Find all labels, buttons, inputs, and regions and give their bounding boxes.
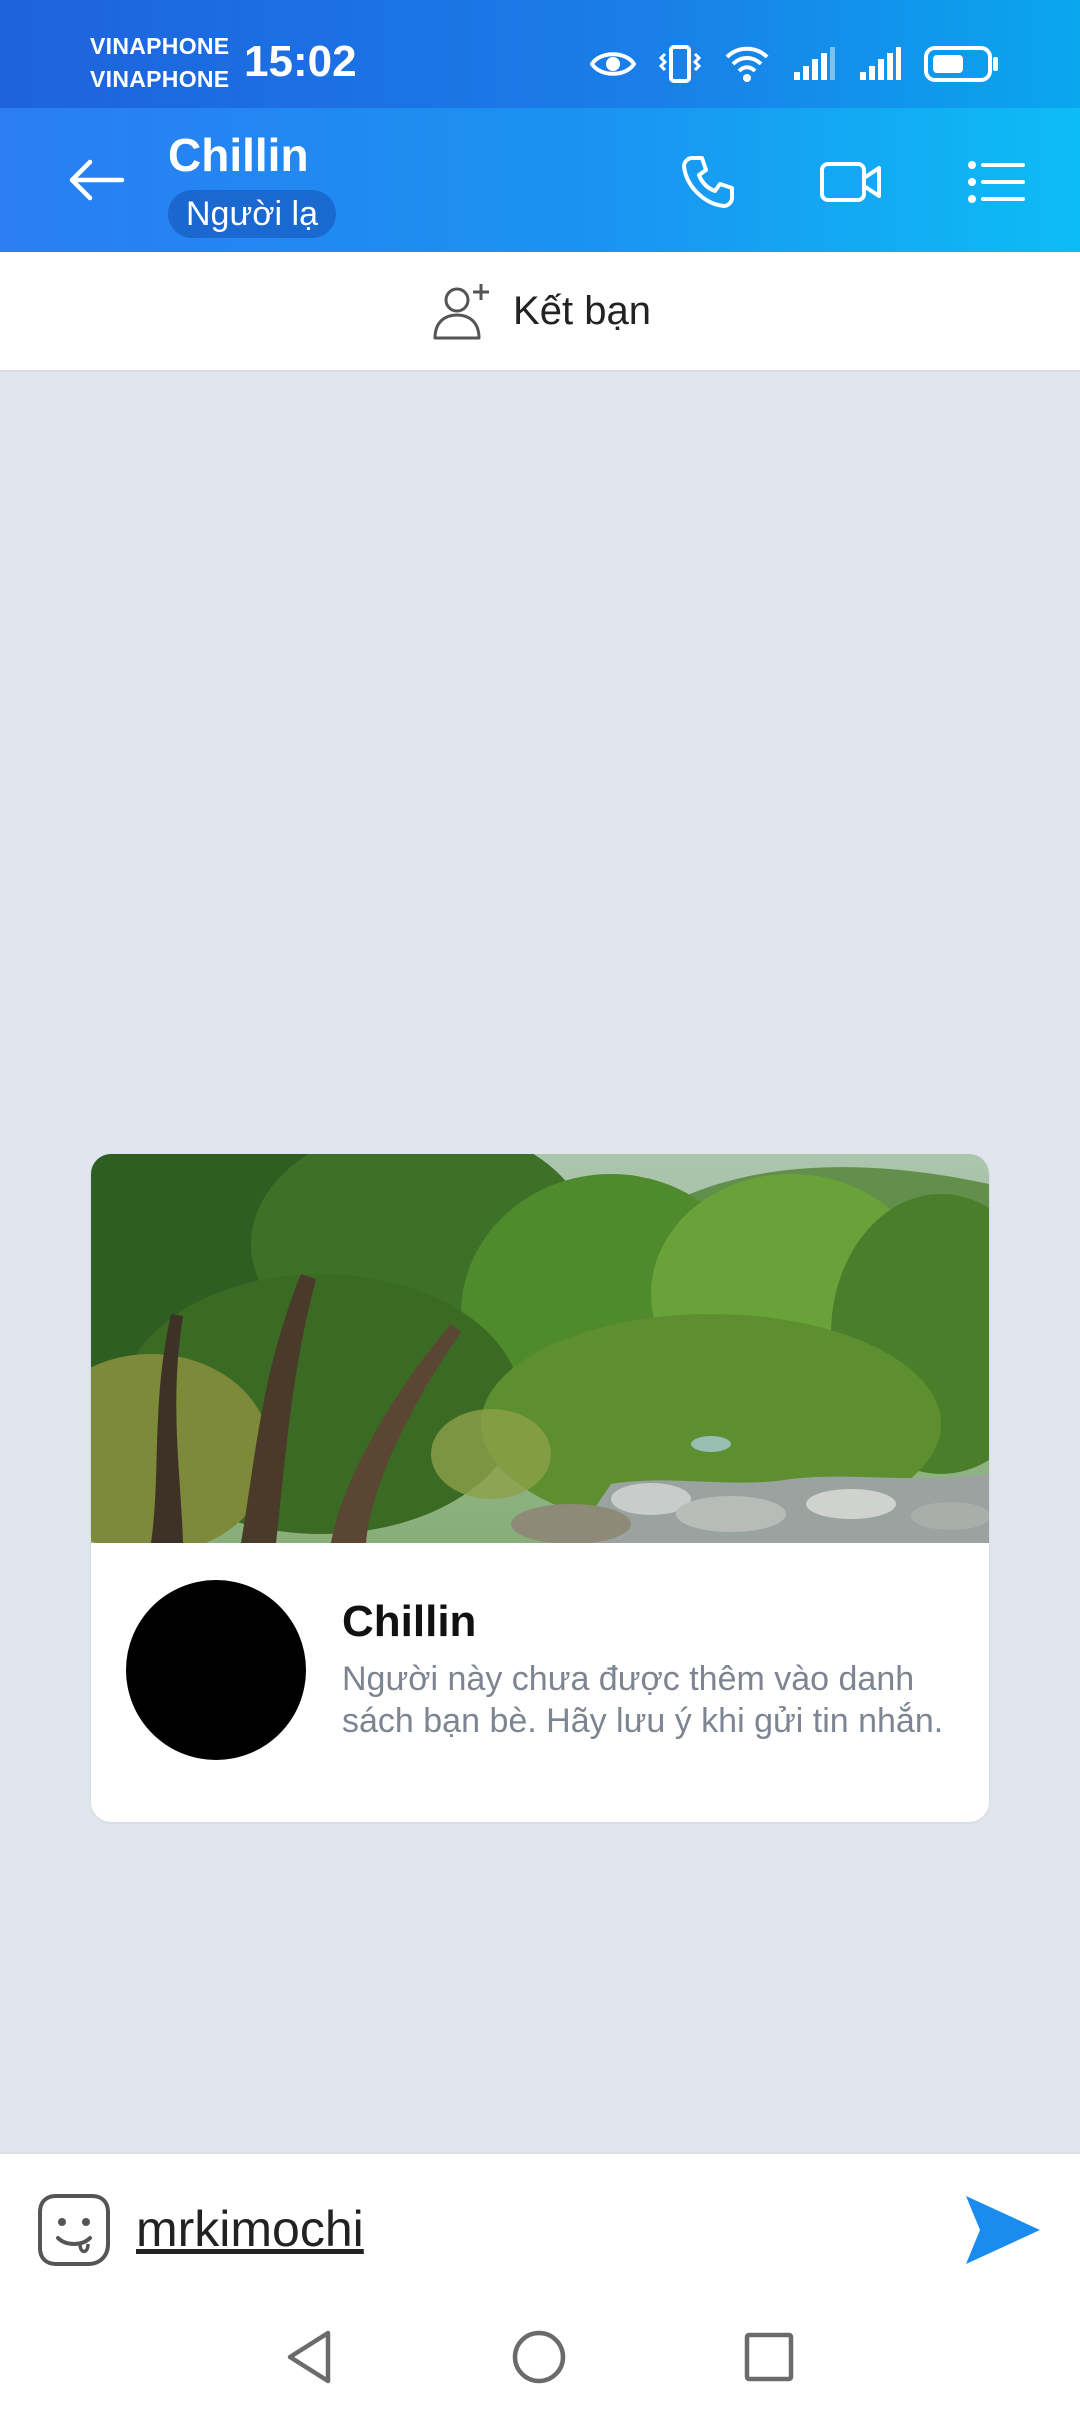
system-nav-bar: [0, 2302, 1080, 2412]
stranger-badge: Người lạ: [168, 190, 336, 238]
stranger-warning-text: Người này chưa được thêm vào danh sách b…: [342, 1660, 944, 1740]
profile-card[interactable]: Chillin Người này chưa được thêm vào dan…: [91, 1154, 989, 1822]
avatar[interactable]: [126, 1580, 306, 1760]
contact-name[interactable]: Chillin: [168, 128, 309, 182]
voice-call-button[interactable]: [672, 150, 744, 214]
chat-header: Chillin Người lạ: [0, 108, 1080, 252]
options-menu-button[interactable]: [960, 150, 1032, 214]
eye-icon: [590, 48, 636, 80]
video-camera-icon: [820, 162, 881, 202]
nav-back-icon: [287, 2330, 331, 2384]
message-input[interactable]: [136, 2194, 936, 2264]
add-friend-label: Kết bạn: [513, 288, 651, 333]
video-call-button[interactable]: [815, 150, 887, 214]
phone-icon: [682, 156, 734, 208]
add-friend-button[interactable]: Kết bạn: [0, 252, 1080, 372]
send-button[interactable]: [962, 2192, 1044, 2268]
wifi-icon: [724, 44, 770, 84]
signal-2-icon: [858, 46, 902, 82]
emoji-button[interactable]: [36, 2192, 112, 2268]
status-bar: VINAPHONE VINAPHONE 15:02: [0, 0, 1080, 108]
carrier-2: VINAPHONE: [90, 66, 230, 92]
cover-photo: [91, 1154, 989, 1543]
signal-1-icon: [792, 46, 836, 82]
nav-home-icon: [512, 2330, 566, 2384]
nav-back-button[interactable]: [274, 2324, 344, 2390]
back-button[interactable]: [60, 148, 132, 212]
arrow-left-icon: [69, 159, 125, 201]
message-composer: [0, 2152, 1080, 2302]
status-icons: [590, 40, 1000, 88]
carrier-1: VINAPHONE: [90, 33, 230, 59]
vibrate-icon: [658, 44, 702, 84]
status-clock: 15:02: [244, 37, 357, 86]
nav-recents-icon: [744, 2332, 794, 2382]
profile-card-name: Chillin: [342, 1597, 477, 1646]
chat-screen: VINAPHONE VINAPHONE 15:02 Chillin Người …: [0, 0, 1080, 2412]
emoji-sticker-icon: [38, 2194, 110, 2266]
nav-home-button[interactable]: [504, 2324, 574, 2390]
battery-icon: [924, 45, 1000, 83]
list-menu-icon: [968, 161, 1025, 203]
add-person-icon: [433, 284, 490, 340]
send-icon: [966, 2196, 1040, 2264]
carrier-names: VINAPHONE VINAPHONE: [90, 30, 229, 96]
nav-recents-button[interactable]: [734, 2324, 804, 2390]
